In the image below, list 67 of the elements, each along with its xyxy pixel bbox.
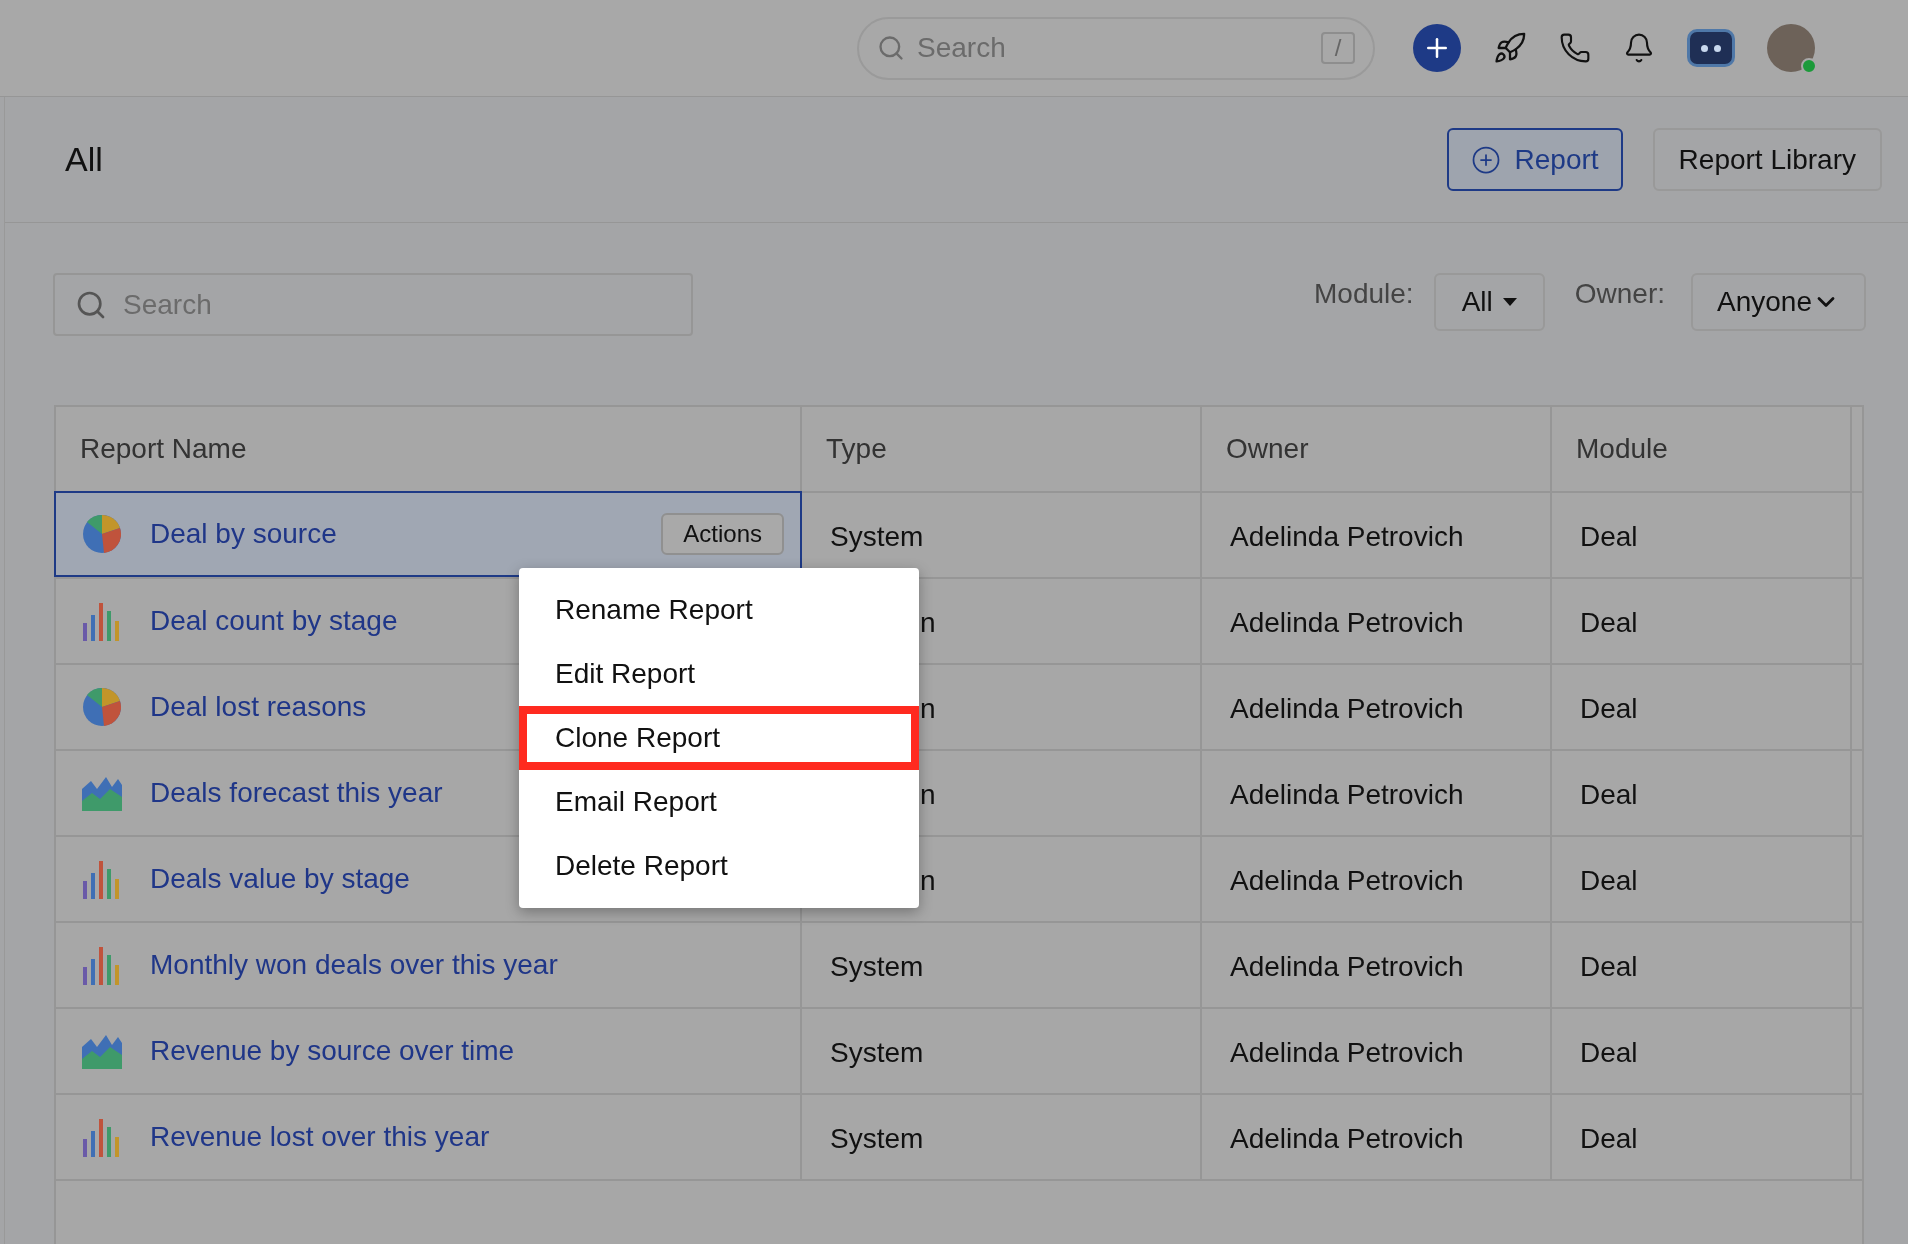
column-header: Type: [826, 432, 887, 466]
owner-cell-text: Adelinda Petrovich: [1230, 1122, 1464, 1156]
type-cell-text: n: [920, 778, 936, 812]
column-header: Report Name: [80, 432, 247, 466]
report-name-cell[interactable]: Revenue by source over time: [56, 1009, 802, 1093]
owner-cell-text: Adelinda Petrovich: [1230, 606, 1464, 640]
pie-chart-icon: [82, 514, 122, 554]
rocket-icon[interactable]: [1493, 31, 1527, 65]
type-cell-text: System: [830, 1122, 924, 1156]
add-button[interactable]: [1413, 24, 1461, 72]
owner-label: Owner:: [1574, 277, 1666, 311]
bot-icon[interactable]: [1687, 29, 1735, 67]
report-name-cell[interactable]: Revenue lost over this year: [56, 1095, 802, 1179]
area-chart-icon: [82, 775, 122, 811]
report-search-box[interactable]: Search: [53, 273, 693, 336]
type-cell-text: System: [830, 1036, 924, 1070]
report-name-cell[interactable]: Monthly won deals over this year: [56, 923, 802, 1007]
search-icon: [877, 34, 905, 62]
report-link[interactable]: Deal by source: [150, 513, 634, 555]
type-cell-text: System: [830, 950, 924, 984]
actions-button[interactable]: Actions: [661, 513, 784, 555]
module-cell-text: Deal: [1580, 778, 1638, 812]
module-cell-text: Deal: [1580, 1122, 1638, 1156]
avatar[interactable]: [1767, 24, 1815, 72]
new-report-button[interactable]: Report: [1446, 128, 1623, 191]
report-link[interactable]: Monthly won deals over this year: [150, 944, 784, 986]
type-cell-text: n: [920, 864, 936, 898]
column-header: Owner: [1226, 432, 1309, 466]
column-header: Module: [1576, 432, 1668, 466]
report-name-cell[interactable]: Deal by source Actions: [54, 491, 802, 577]
phone-icon[interactable]: [1559, 32, 1591, 64]
report-link[interactable]: Revenue lost over this year: [150, 1116, 784, 1158]
owner-dropdown[interactable]: Anyone: [1691, 273, 1866, 331]
type-cell-text: System: [830, 520, 924, 554]
search-field[interactable]: Search: [917, 27, 1309, 69]
bar-chart-icon: [82, 1117, 122, 1157]
owner-cell-text: Adelinda Petrovich: [1230, 950, 1464, 984]
module-cell-text: Deal: [1580, 520, 1638, 554]
module-cell-text: Deal: [1580, 692, 1638, 726]
bell-icon[interactable]: [1623, 32, 1655, 64]
module-label: Module:: [1314, 277, 1414, 311]
report-search-field[interactable]: Search: [123, 283, 671, 326]
owner-cell-text: Adelinda Petrovich: [1230, 520, 1464, 554]
module-cell-text: Deal: [1580, 1036, 1638, 1070]
owner-cell-text: Adelinda Petrovich: [1230, 864, 1464, 898]
report-link[interactable]: Revenue by source over time: [150, 1030, 784, 1072]
caret-icon: [1502, 298, 1517, 306]
owner-cell-text: Adelinda Petrovich: [1230, 778, 1464, 812]
plus-circle-icon: [1470, 144, 1501, 175]
bar-chart-icon: [82, 859, 122, 899]
search-box[interactable]: Search /: [857, 16, 1375, 80]
owner-cell-text: Adelinda Petrovich: [1230, 692, 1464, 726]
pie-chart-icon: [82, 687, 122, 727]
module-cell-text: Deal: [1580, 864, 1638, 898]
type-cell-text: n: [920, 692, 936, 726]
menu-item[interactable]: Clone Report: [519, 706, 919, 770]
report-library-button[interactable]: Report Library: [1652, 128, 1882, 191]
type-cell-text: n: [920, 606, 936, 640]
module-cell-text: Deal: [1580, 950, 1638, 984]
owner-cell-text: Adelinda Petrovich: [1230, 1036, 1464, 1070]
area-chart-icon: [82, 1033, 122, 1069]
bar-chart-icon: [82, 601, 122, 641]
module-dropdown[interactable]: All: [1433, 273, 1545, 331]
bar-chart-icon: [82, 945, 122, 985]
shortcut-key: /: [1321, 32, 1355, 64]
module-cell-text: Deal: [1580, 606, 1638, 640]
page-title: All: [65, 139, 104, 180]
